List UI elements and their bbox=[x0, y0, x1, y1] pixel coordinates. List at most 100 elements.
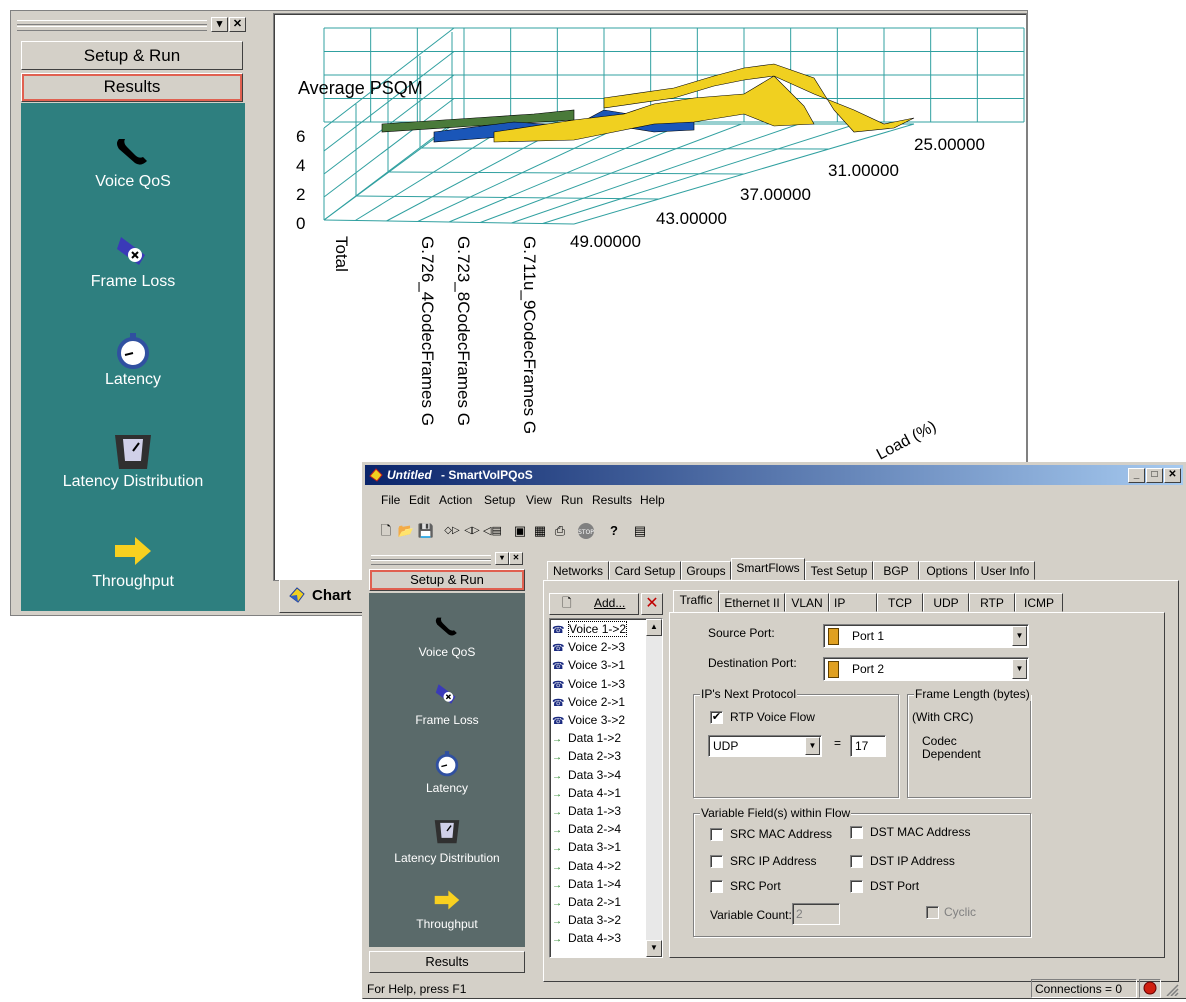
menu-file[interactable]: File bbox=[381, 493, 400, 507]
chevron-down-icon[interactable]: ▼ bbox=[805, 737, 820, 755]
stop-icon[interactable]: STOP bbox=[577, 522, 595, 540]
menu-results[interactable]: Results bbox=[592, 493, 632, 507]
flow-list-item[interactable]: → Data 4->2 bbox=[552, 857, 621, 875]
subtab-icmp[interactable]: ICMP bbox=[1015, 593, 1063, 612]
nav-close-icon[interactable]: ✕ bbox=[509, 552, 523, 565]
tab-smartflows[interactable]: SmartFlows bbox=[731, 558, 805, 580]
minimize-button[interactable]: _ bbox=[1128, 468, 1145, 483]
toolbar-grip[interactable] bbox=[17, 20, 207, 25]
menu-help[interactable]: Help bbox=[640, 493, 665, 507]
save-all-icon[interactable]: ▦ bbox=[531, 522, 549, 540]
subtab-ethernet-ii[interactable]: Ethernet II bbox=[719, 593, 785, 612]
nav-throughput[interactable]: Throughput bbox=[21, 535, 245, 591]
cyclic-checkbox[interactable] bbox=[926, 906, 939, 919]
subtab-traffic[interactable]: Traffic bbox=[673, 590, 719, 612]
tab-networks[interactable]: Networks bbox=[547, 561, 609, 580]
subtab-ip[interactable]: IP bbox=[829, 593, 877, 612]
flow-list-item[interactable]: ☎ Voice 1->2 bbox=[552, 620, 628, 638]
help-icon[interactable]: ? bbox=[605, 522, 623, 540]
menu-action[interactable]: Action bbox=[439, 493, 472, 507]
flow-list-item[interactable]: → Data 1->4 bbox=[552, 875, 621, 893]
flow-list-item[interactable]: → Data 2->1 bbox=[552, 893, 621, 911]
close-icon[interactable]: ✕ bbox=[229, 17, 246, 32]
src-port-checkbox[interactable] bbox=[710, 880, 723, 893]
title-bar[interactable]: Untitled - SmartVoIPQoS _ □ ✕ bbox=[365, 465, 1183, 485]
maximize-button[interactable]: □ bbox=[1146, 468, 1163, 483]
scroll-down-icon[interactable]: ▼ bbox=[646, 940, 662, 957]
menu-run[interactable]: Run bbox=[561, 493, 583, 507]
save-icon[interactable]: 💾 bbox=[417, 522, 435, 540]
disconnect-icon[interactable]: ◁▷ bbox=[463, 522, 481, 540]
flow-list-item[interactable]: → Data 4->3 bbox=[552, 929, 621, 947]
src-mac-checkbox[interactable] bbox=[710, 828, 723, 841]
flow-list-item[interactable]: → Data 1->3 bbox=[552, 802, 621, 820]
setup-run-button[interactable]: Setup & Run bbox=[21, 41, 243, 70]
tab-groups[interactable]: Groups bbox=[681, 561, 731, 580]
nav-throughput-small[interactable]: Throughput bbox=[369, 889, 525, 931]
subtab-tcp[interactable]: TCP bbox=[877, 593, 923, 612]
chevron-down-icon[interactable]: ▼ bbox=[1012, 626, 1027, 646]
nav-latency-distribution-small[interactable]: Latency Distribution bbox=[369, 817, 525, 865]
dst-port-checkbox[interactable] bbox=[850, 880, 863, 893]
flow-list-item[interactable]: → Data 3->1 bbox=[552, 838, 621, 856]
flow-list-item[interactable]: ☎ Voice 3->2 bbox=[552, 711, 625, 729]
tab-options[interactable]: Options bbox=[919, 561, 975, 580]
menu-edit[interactable]: Edit bbox=[409, 493, 430, 507]
flow-list-item[interactable]: ☎ Voice 1->3 bbox=[552, 675, 625, 693]
nav-results-button[interactable]: Results bbox=[369, 951, 525, 973]
tab-card-setup[interactable]: Card Setup bbox=[609, 561, 681, 580]
flow-list-item[interactable]: ☎ Voice 2->3 bbox=[552, 638, 625, 656]
protocol-number-input[interactable]: 17 bbox=[850, 735, 886, 757]
nav-latency-distribution[interactable]: Latency Distribution bbox=[21, 431, 245, 491]
tab-bgp[interactable]: BGP bbox=[873, 561, 919, 580]
resize-grip-icon[interactable] bbox=[1165, 983, 1179, 997]
results-button[interactable]: Results bbox=[21, 73, 243, 102]
flow-list-item[interactable]: → Data 3->4 bbox=[552, 766, 621, 784]
nav-setup-run-button[interactable]: Setup & Run bbox=[369, 569, 525, 591]
destination-port-select[interactable]: Port 2 ▼ bbox=[823, 657, 1029, 681]
print-icon[interactable]: ⎙ bbox=[551, 522, 569, 540]
open-icon[interactable]: 📂 bbox=[397, 522, 415, 540]
delete-flow-icon[interactable]: ✕ bbox=[641, 593, 663, 615]
dst-mac-checkbox[interactable] bbox=[850, 826, 863, 839]
flow-list-item[interactable]: → Data 4->1 bbox=[552, 784, 621, 802]
tab-test-setup[interactable]: Test Setup bbox=[805, 561, 873, 580]
connect-icon[interactable]: ◇▷ bbox=[443, 522, 461, 540]
reserve-icon[interactable]: ◁▤ bbox=[483, 522, 502, 540]
flow-list-item[interactable]: ☎ Voice 2->1 bbox=[552, 693, 625, 711]
dropdown-icon[interactable]: ▾ bbox=[211, 17, 228, 32]
nav-frame-loss[interactable]: Frame Loss bbox=[21, 233, 245, 291]
flow-list-item[interactable]: → Data 1->2 bbox=[552, 729, 621, 747]
nav-voice-qos-small[interactable]: Voice QoS bbox=[369, 613, 525, 659]
nav-voice-qos[interactable]: Voice QoS bbox=[21, 133, 245, 191]
context-help-icon[interactable]: ▤ bbox=[631, 522, 649, 540]
close-button[interactable]: ✕ bbox=[1164, 468, 1181, 483]
nav-latency[interactable]: Latency bbox=[21, 331, 245, 389]
paste-icon[interactable]: ▣ bbox=[511, 522, 529, 540]
rtp-voice-flow-checkbox[interactable]: ✔ bbox=[710, 711, 723, 724]
nav-latency-small[interactable]: Latency bbox=[369, 749, 525, 795]
menu-view[interactable]: View bbox=[526, 493, 552, 507]
chevron-down-icon[interactable]: ▼ bbox=[1012, 659, 1027, 679]
flow-list-item[interactable]: → Data 2->3 bbox=[552, 747, 621, 765]
subtab-udp[interactable]: UDP bbox=[923, 593, 969, 612]
add-flow-button[interactable]: 🗋 Add... bbox=[549, 593, 639, 615]
source-port-select[interactable]: Port 1 ▼ bbox=[823, 624, 1029, 648]
protocol-select[interactable]: UDP ▼ bbox=[708, 735, 822, 757]
flow-list-item[interactable]: ☎ Voice 3->1 bbox=[552, 656, 625, 674]
subtab-rtp[interactable]: RTP bbox=[969, 593, 1015, 612]
variable-count-input[interactable]: 2 bbox=[792, 903, 840, 925]
flow-list-item[interactable]: → Data 2->4 bbox=[552, 820, 621, 838]
src-ip-checkbox[interactable] bbox=[710, 855, 723, 868]
nav-dropdown-icon[interactable]: ▾ bbox=[495, 552, 509, 565]
app-icon bbox=[369, 468, 383, 485]
new-icon[interactable]: 🗋 bbox=[377, 522, 395, 540]
menu-setup[interactable]: Setup bbox=[484, 493, 515, 507]
nav-frame-loss-small[interactable]: Frame Loss bbox=[369, 681, 525, 727]
subtab-vlan[interactable]: VLAN bbox=[785, 593, 829, 612]
dst-ip-checkbox[interactable] bbox=[850, 855, 863, 868]
flow-list-item[interactable]: → Data 3->2 bbox=[552, 911, 621, 929]
scroll-up-icon[interactable]: ▲ bbox=[646, 619, 662, 636]
flow-list-scrollbar[interactable]: ▲ ▼ bbox=[646, 619, 662, 957]
tab-user-info[interactable]: User Info bbox=[975, 561, 1035, 580]
